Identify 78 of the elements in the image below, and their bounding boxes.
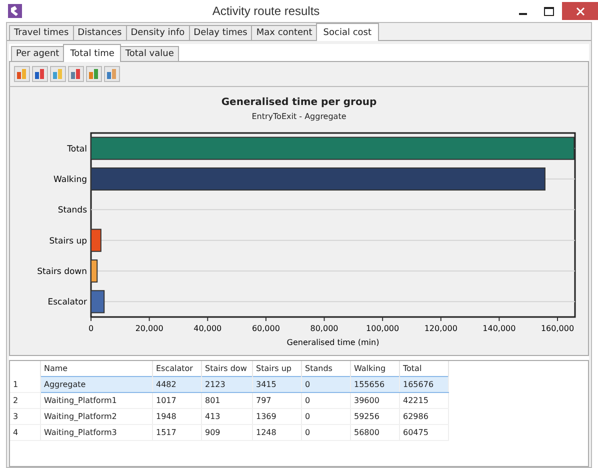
axis-title: Generalised time (min) xyxy=(286,338,380,347)
close-button[interactable] xyxy=(562,2,598,20)
table-cell: 60475 xyxy=(400,424,448,440)
chart-icon xyxy=(88,68,100,80)
chart-tool-button[interactable] xyxy=(104,66,120,82)
table-cell: 1948 xyxy=(152,408,202,424)
table-cell: Aggregate xyxy=(40,376,152,392)
tab[interactable]: Per agent xyxy=(11,46,64,61)
chart-icon xyxy=(106,68,118,80)
chart-tool-button[interactable] xyxy=(14,66,30,82)
tick-label: 40,000 xyxy=(194,324,222,333)
tick-label: 140,000 xyxy=(482,324,516,333)
tab[interactable]: Total value xyxy=(120,46,179,61)
table-cell: 0 xyxy=(302,424,350,440)
table-cell: 42215 xyxy=(400,392,448,408)
tick-label: 160,000 xyxy=(540,324,574,333)
chart-subtitle: EntryToExit - Aggregate xyxy=(252,112,346,121)
bar xyxy=(90,228,102,252)
close-icon xyxy=(576,6,584,16)
chart-icon xyxy=(34,68,46,80)
category-label: Stands xyxy=(58,206,87,216)
table-cell: Waiting_Platform1 xyxy=(40,392,152,408)
chart-icon xyxy=(70,68,82,80)
table-cell: 801 xyxy=(202,392,252,408)
tab[interactable]: Social cost xyxy=(316,23,379,41)
tick-label: 100,000 xyxy=(366,324,400,333)
table-cell: 2123 xyxy=(202,376,252,392)
bar xyxy=(90,290,105,314)
table-cell: 0 xyxy=(302,376,350,392)
row-number: 3 xyxy=(10,408,40,424)
tick-label: 60,000 xyxy=(252,324,280,333)
table-cell: 3415 xyxy=(252,376,302,392)
table-cell: 1369 xyxy=(252,408,302,424)
table-cell: 4482 xyxy=(152,376,202,392)
bar xyxy=(90,259,98,283)
table-cell: 59256 xyxy=(350,408,400,424)
table-cell: 413 xyxy=(202,408,252,424)
window-title: Activity route results xyxy=(211,4,321,18)
row-number: 4 xyxy=(10,424,40,440)
tick-label: 80,000 xyxy=(310,324,338,333)
category-label: Walking xyxy=(54,175,87,185)
category-label: Stairs up xyxy=(49,236,87,246)
table-cell: Waiting_Platform3 xyxy=(40,424,152,440)
category-label: Stairs down xyxy=(37,267,87,277)
table-cell: Waiting_Platform2 xyxy=(40,408,152,424)
table-cell: 797 xyxy=(252,392,302,408)
table-cell: 1017 xyxy=(152,392,202,408)
chart-tool-button[interactable] xyxy=(68,66,84,82)
table-cell: 56800 xyxy=(350,424,400,440)
app-icon xyxy=(8,4,22,18)
tick-label: 0 xyxy=(88,324,94,333)
tab[interactable]: Max content xyxy=(251,25,318,40)
chart-icon xyxy=(16,68,28,80)
table-cell: 0 xyxy=(302,392,350,408)
chart-tool-button[interactable] xyxy=(86,66,102,82)
chart-tool-button[interactable] xyxy=(32,66,48,82)
table-cell: 155656 xyxy=(350,376,400,392)
tab[interactable]: Distances xyxy=(72,25,127,40)
table-cell: 1248 xyxy=(252,424,302,440)
tick-label: 20,000 xyxy=(135,324,164,333)
tab[interactable]: Total time xyxy=(63,44,122,62)
table-cell: 0 xyxy=(302,408,350,424)
tab[interactable]: Travel times xyxy=(9,25,74,40)
table-cell: 909 xyxy=(202,424,252,440)
tab[interactable]: Delay times xyxy=(188,25,252,40)
table-cell: 39600 xyxy=(350,392,400,408)
chart-icon xyxy=(52,68,64,80)
chart-title: Generalised time per group xyxy=(221,97,377,108)
tick-label: 120,000 xyxy=(424,324,458,333)
maximize-icon xyxy=(544,6,554,16)
category-label: Total xyxy=(67,144,87,154)
table-cell: 62986 xyxy=(400,408,448,424)
category-label: Escalator xyxy=(48,298,87,308)
row-number: 2 xyxy=(10,392,40,408)
table-cell: 165676 xyxy=(400,376,448,392)
tab[interactable]: Density info xyxy=(126,25,190,40)
table-cell: 1517 xyxy=(152,424,202,440)
chart-tool-button[interactable] xyxy=(50,66,66,82)
